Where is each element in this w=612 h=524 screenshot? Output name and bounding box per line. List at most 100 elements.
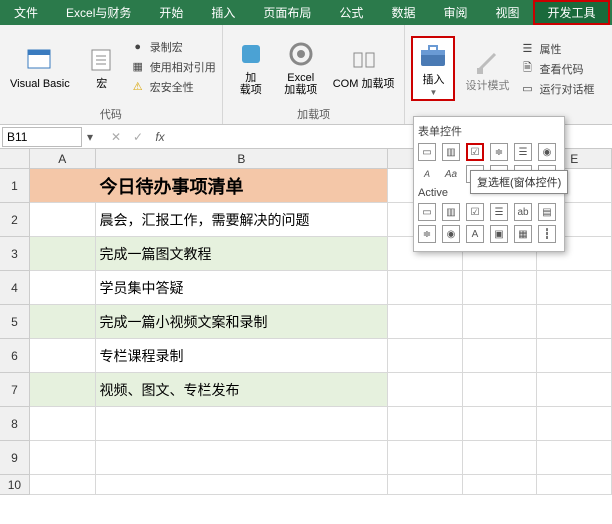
record-macro-button[interactable]: ●录制宏 <box>130 39 216 55</box>
tab-file[interactable]: 文件 <box>0 0 52 25</box>
cell[interactable] <box>30 373 96 407</box>
form-checkbox-icon[interactable]: ☑ <box>466 143 484 161</box>
cell[interactable] <box>537 339 612 373</box>
view-code-button[interactable]: 🗎查看代码 <box>519 61 594 77</box>
cell[interactable] <box>388 305 463 339</box>
form-button-icon[interactable]: ▭ <box>418 143 436 161</box>
row-head[interactable]: 6 <box>0 339 30 373</box>
row-head[interactable]: 3 <box>0 237 30 271</box>
design-mode-button[interactable]: 设计模式 <box>461 44 513 94</box>
insert-control-button[interactable]: 插入 ▼ <box>411 36 455 101</box>
form-list-icon[interactable]: ☰ <box>514 143 532 161</box>
addins-button[interactable]: 加 载项 <box>229 36 273 98</box>
cell[interactable] <box>388 271 463 305</box>
row-head[interactable]: 1 <box>0 169 30 203</box>
row-head[interactable]: 9 <box>0 441 30 475</box>
relative-ref-button[interactable]: ▦使用相对引用 <box>130 59 216 75</box>
cell[interactable] <box>463 271 538 305</box>
cell[interactable] <box>388 441 463 475</box>
ax-button-icon[interactable]: ▭ <box>418 203 436 221</box>
tab-developer[interactable]: 开发工具 <box>533 0 609 25</box>
cell[interactable] <box>463 373 538 407</box>
cell[interactable] <box>30 339 96 373</box>
row-head[interactable]: 7 <box>0 373 30 407</box>
cell[interactable] <box>30 203 96 237</box>
tab-home[interactable]: 开始 <box>145 0 197 25</box>
row-head[interactable]: 4 <box>0 271 30 305</box>
tab-review[interactable]: 审阅 <box>429 0 481 25</box>
cell[interactable] <box>537 475 612 495</box>
tab-insert[interactable]: 插入 <box>197 0 249 25</box>
cell[interactable] <box>537 271 612 305</box>
cell[interactable] <box>30 475 96 495</box>
cell[interactable] <box>537 407 612 441</box>
tab-data[interactable]: 数据 <box>377 0 429 25</box>
properties-button[interactable]: ☰属性 <box>519 41 594 57</box>
cell[interactable] <box>463 407 538 441</box>
ax-label-icon[interactable]: A <box>466 225 484 243</box>
cell[interactable] <box>463 339 538 373</box>
cell[interactable] <box>96 407 389 441</box>
form-spin-icon[interactable]: ≑ <box>490 143 508 161</box>
run-dialog-button[interactable]: ▭运行对话框 <box>519 81 594 97</box>
cell[interactable]: 专栏课程录制 <box>96 339 389 373</box>
cell[interactable] <box>463 305 538 339</box>
enter-icon[interactable]: ✓ <box>130 130 146 144</box>
form-combo-icon[interactable]: ▥ <box>442 143 460 161</box>
visual-basic-button[interactable]: Visual Basic <box>6 42 74 92</box>
cell[interactable] <box>30 305 96 339</box>
ax-more-icon[interactable]: ┇ <box>538 225 556 243</box>
cell[interactable] <box>30 169 96 203</box>
tab-layout[interactable]: 页面布局 <box>249 0 325 25</box>
ax-list-icon[interactable]: ☰ <box>490 203 508 221</box>
cell[interactable] <box>388 373 463 407</box>
cell[interactable] <box>30 407 96 441</box>
cell[interactable] <box>463 441 538 475</box>
cell[interactable] <box>30 441 96 475</box>
ax-spin-icon[interactable]: ≑ <box>418 225 436 243</box>
excel-addins-button[interactable]: Excel 加载项 <box>279 36 323 98</box>
cell[interactable] <box>96 475 389 495</box>
col-head-a[interactable]: A <box>30 149 96 169</box>
cell[interactable] <box>388 339 463 373</box>
ax-scroll-icon[interactable]: ▤ <box>538 203 556 221</box>
cell[interactable] <box>388 407 463 441</box>
com-addins-button[interactable]: COM 加载项 <box>329 42 399 92</box>
macro-button[interactable]: 宏 <box>80 42 124 92</box>
ax-checkbox-icon[interactable]: ☑ <box>466 203 484 221</box>
row-head[interactable]: 8 <box>0 407 30 441</box>
cell[interactable] <box>96 441 389 475</box>
cell[interactable] <box>30 237 96 271</box>
macro-security-button[interactable]: ⚠宏安全性 <box>130 79 216 95</box>
cell[interactable]: 晨会，汇报工作，需要解决的问题 <box>96 203 389 237</box>
cell[interactable] <box>537 305 612 339</box>
ax-option-icon[interactable]: ◉ <box>442 225 460 243</box>
ax-image-icon[interactable]: ▣ <box>490 225 508 243</box>
form-option-icon[interactable]: ◉ <box>538 143 556 161</box>
cell[interactable] <box>463 475 538 495</box>
name-box[interactable]: B11 <box>2 127 82 147</box>
name-box-dropdown[interactable]: ▾ <box>82 130 98 144</box>
cell[interactable]: 完成一篇小视频文案和录制 <box>96 305 389 339</box>
cell[interactable] <box>537 373 612 407</box>
row-head[interactable]: 10 <box>0 475 30 495</box>
row-head[interactable]: 2 <box>0 203 30 237</box>
cell[interactable] <box>537 441 612 475</box>
cell[interactable] <box>388 475 463 495</box>
ax-text-icon[interactable]: ab <box>514 203 532 221</box>
ax-combo-icon[interactable]: ▥ <box>442 203 460 221</box>
col-head-b[interactable]: B <box>96 149 389 169</box>
cell[interactable]: 学员集中答疑 <box>96 271 389 305</box>
ax-toggle-icon[interactable]: ▦ <box>514 225 532 243</box>
cell[interactable]: 视频、图文、专栏发布 <box>96 373 389 407</box>
cancel-icon[interactable]: ✕ <box>108 130 124 144</box>
cell-title[interactable]: 今日待办事项清单 <box>96 169 389 203</box>
select-all-corner[interactable] <box>0 149 30 169</box>
tab-view[interactable]: 视图 <box>481 0 533 25</box>
cell[interactable] <box>30 271 96 305</box>
tab-formula[interactable]: 公式 <box>325 0 377 25</box>
fx-icon[interactable]: fx <box>152 130 168 144</box>
row-head[interactable]: 5 <box>0 305 30 339</box>
cell[interactable]: 完成一篇图文教程 <box>96 237 389 271</box>
tab-excel-finance[interactable]: Excel与财务 <box>52 0 145 25</box>
